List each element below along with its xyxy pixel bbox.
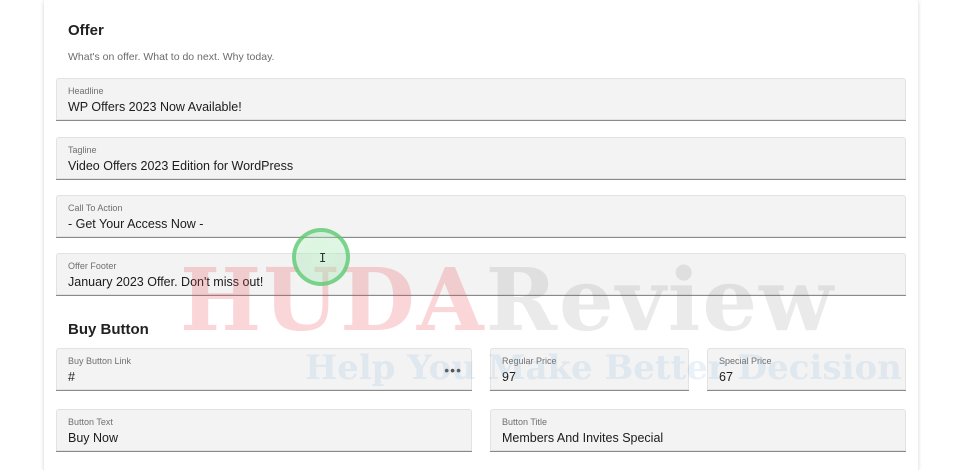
tagline-field[interactable]: Tagline Video Offers 2023 Edition for Wo… [56,137,906,180]
button-text-field[interactable]: Button Text Buy Now [56,409,472,452]
special-price-input[interactable]: 67 [719,370,733,384]
buy-button-link-label: Buy Button Link [68,356,132,366]
special-price-field[interactable]: Special Price 67 [707,348,906,391]
headline-label: Headline [68,86,104,96]
text-cursor-icon: I [319,251,327,265]
tagline-label: Tagline [68,145,97,155]
button-title-label: Button Title [502,417,548,427]
tagline-input[interactable]: Video Offers 2023 Edition for WordPress [68,159,293,173]
special-price-label: Special Price [719,356,772,366]
buy-button-link-input[interactable]: # [68,370,75,384]
button-text-input[interactable]: Buy Now [68,431,118,445]
headline-input[interactable]: WP Offers 2023 Now Available! [68,100,242,114]
offer-footer-field[interactable]: Offer Footer January 2023 Offer. Don't m… [56,253,906,296]
call-to-action-input[interactable]: - Get Your Access Now - [68,217,203,231]
call-to-action-field[interactable]: Call To Action - Get Your Access Now - [56,195,906,238]
call-to-action-label: Call To Action [68,203,123,213]
offer-footer-label: Offer Footer [68,261,117,271]
more-options-icon[interactable]: ••• [444,362,462,378]
button-title-field[interactable]: Button Title Members And Invites Special [490,409,906,452]
offer-footer-input[interactable]: January 2023 Offer. Don't miss out! [68,275,263,289]
offer-section-title: Offer [68,22,104,39]
offer-settings-card: Offer What's on offer. What to do next. … [44,0,918,470]
button-text-label: Button Text [68,417,113,427]
regular-price-label: Regular Price [502,356,557,366]
offer-section-subtitle: What's on offer. What to do next. Why to… [68,51,275,63]
buy-button-link-field[interactable]: Buy Button Link # ••• [56,348,472,391]
buy-button-section-title: Buy Button [68,321,149,338]
button-title-input[interactable]: Members And Invites Special [502,431,663,445]
regular-price-input[interactable]: 97 [502,370,516,384]
regular-price-field[interactable]: Regular Price 97 [490,348,689,391]
headline-field[interactable]: Headline WP Offers 2023 Now Available! [56,78,906,121]
